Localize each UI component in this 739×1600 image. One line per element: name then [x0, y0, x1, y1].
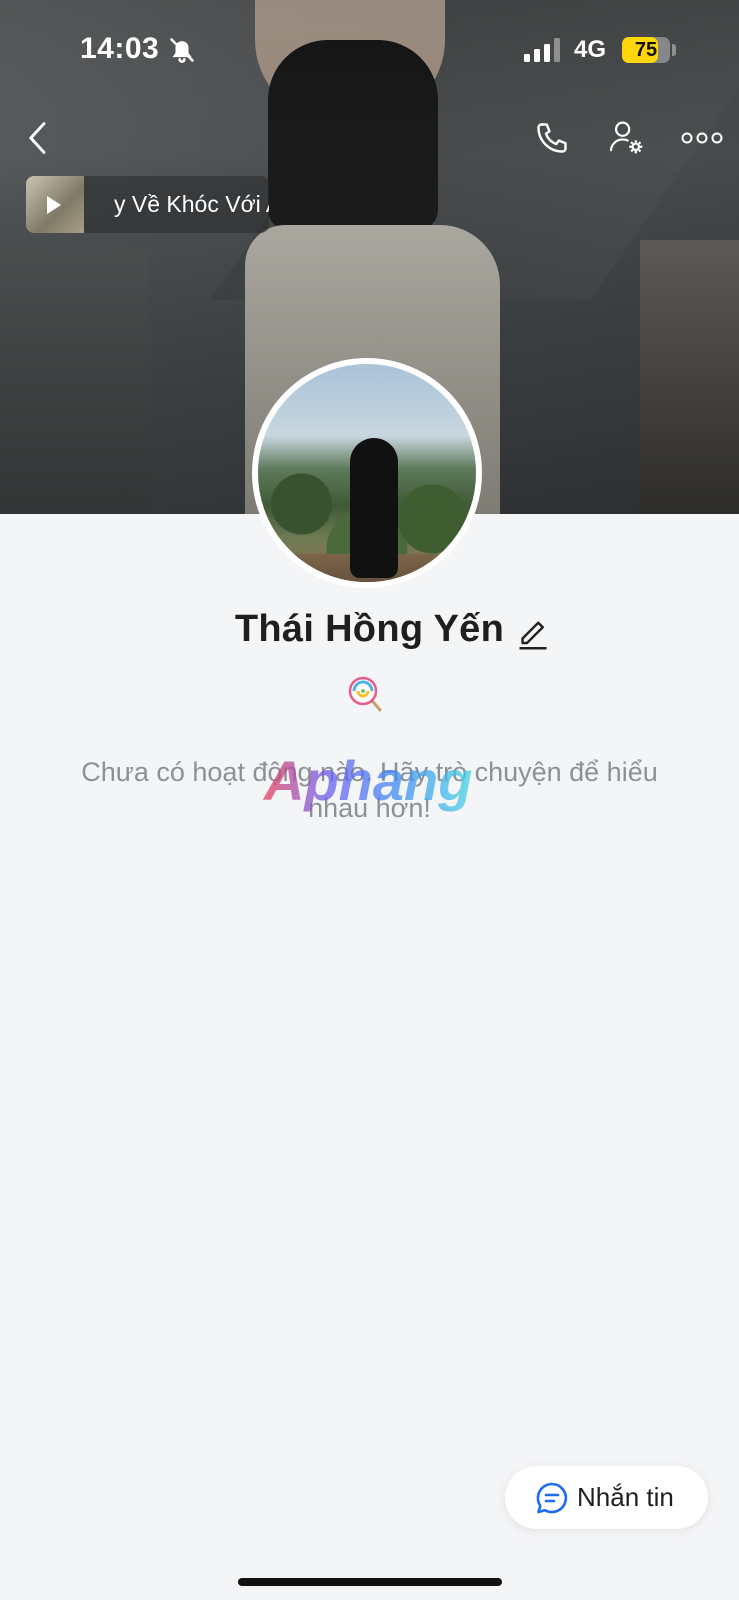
user-settings-icon [609, 121, 643, 154]
profile-name: Thái Hồng Yến [234, 608, 505, 650]
profile-music[interactable]: y Về Khóc Với A [26, 176, 269, 233]
message-button[interactable]: Nhắn tin [505, 1466, 708, 1529]
edit-icon[interactable] [515, 616, 551, 652]
battery-percent: 75 [634, 39, 658, 61]
lollipop-icon [348, 676, 382, 712]
back-button[interactable] [14, 114, 62, 162]
play-icon[interactable] [36, 190, 70, 220]
battery-tip [672, 44, 676, 56]
back-icon [29, 122, 46, 154]
home-indicator [238, 1578, 502, 1586]
status-time: 14:03 [80, 32, 160, 65]
status-bar: 14:03 4G 75 [0, 0, 739, 100]
signal-icon [524, 38, 560, 62]
battery-icon: 75 [622, 37, 670, 63]
chat-icon [536, 1482, 568, 1514]
user-settings-button[interactable] [603, 114, 651, 162]
network-type: 4G [574, 36, 607, 63]
name-row: Thái Hồng Yến [0, 608, 739, 660]
message-button-label: Nhắn tin [577, 1482, 674, 1512]
watermark-logo: Aphang [262, 752, 472, 812]
bell-off-icon [170, 38, 194, 63]
svg-text:Aphang: Aphang [262, 752, 472, 812]
avatar-person [350, 438, 398, 578]
music-title: y Về Khóc Với A [114, 191, 269, 217]
call-button[interactable] [528, 114, 576, 162]
avatar[interactable] [252, 358, 482, 588]
more-icon [681, 132, 723, 144]
more-button[interactable] [678, 114, 726, 162]
phone-icon [537, 123, 567, 153]
